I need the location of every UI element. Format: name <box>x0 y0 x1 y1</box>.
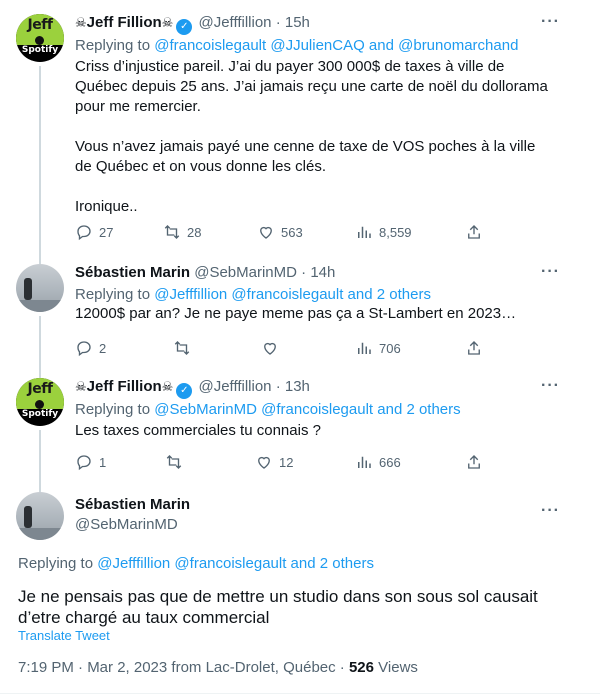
share-icon <box>468 225 480 239</box>
retweet-button[interactable] <box>165 452 189 472</box>
like-icon <box>258 456 270 469</box>
tweet-2[interactable]: Sébastien Marin @SebMarinMD · 14h ··· Re… <box>0 258 600 374</box>
replying-to-links[interactable]: @francoislegault @JJulienCAQ and @brunom… <box>154 37 518 54</box>
views-button[interactable]: 706 <box>355 338 401 358</box>
share-button[interactable] <box>465 338 483 358</box>
tweet-text: Je ne pensais pas que de mettre un studi… <box>18 587 538 627</box>
replying-to: Replying to @Jefffillion @francoislegaul… <box>75 286 431 303</box>
share-button[interactable] <box>465 222 483 242</box>
replying-to-links[interactable]: @Jefffillion @francoislegault and 2 othe… <box>154 286 431 303</box>
display-name[interactable]: Sébastien Marin <box>75 496 190 513</box>
thread-line <box>39 482 41 492</box>
retweet-icon <box>164 225 180 239</box>
like-button[interactable]: 12 <box>255 452 293 472</box>
retweet-button[interactable] <box>173 338 197 358</box>
tweet-text: Criss d’injustice pareil. J’ai du payer … <box>75 58 548 215</box>
timestamp[interactable]: 14h <box>310 264 335 281</box>
tweet-3[interactable]: Jeff Spotify ☠Jeff Fillion☠ ✓ @Jefffillio… <box>0 372 600 482</box>
share-icon <box>468 455 480 469</box>
retweet-icon <box>174 341 190 355</box>
display-name[interactable]: Jeff Fillion <box>87 378 162 395</box>
translate-tweet-link[interactable]: Translate Tweet <box>18 628 110 643</box>
handle[interactable]: @SebMarinMD <box>75 516 178 533</box>
share-button[interactable] <box>465 452 483 472</box>
thread-line <box>39 66 41 260</box>
more-icon[interactable]: ··· <box>541 377 560 395</box>
skull-icon: ☠ <box>161 380 174 395</box>
tweet-actions: 1 12 666 <box>75 452 495 472</box>
reply-icon <box>77 341 91 357</box>
avatar[interactable]: Jeff Spotify <box>16 378 64 426</box>
views-button[interactable]: 666 <box>355 452 401 472</box>
main-tweet: Sébastien Marin @SebMarinMD ··· Replying… <box>0 482 600 697</box>
like-button[interactable] <box>261 338 285 358</box>
retweet-icon <box>166 455 182 469</box>
verified-badge-icon: ✓ <box>176 383 193 399</box>
tweet-meta: 7:19 PM · Mar 2, 2023 from Lac-Drolet, Q… <box>18 659 418 676</box>
handle[interactable]: @SebMarinMD <box>194 264 297 281</box>
avatar[interactable] <box>16 264 64 312</box>
reply-button[interactable]: 1 <box>75 452 106 472</box>
thread-line <box>39 316 41 374</box>
tweet-text: Les taxes commerciales tu connais ? <box>75 422 321 439</box>
timestamp[interactable]: 7:19 PM · Mar 2, 2023 from Lac-Drolet, Q… <box>18 659 349 676</box>
replying-to-links[interactable]: @SebMarinMD @francoislegault and 2 other… <box>154 401 460 418</box>
verified-badge-icon: ✓ <box>176 19 193 35</box>
tweet-actions: 2 706 <box>75 338 495 358</box>
skull-icon: ☠ <box>161 16 174 31</box>
tweet-actions: 27 28 563 8,559 <box>75 222 495 242</box>
more-icon[interactable]: ··· <box>541 502 560 520</box>
views-count: 526 <box>348 659 374 676</box>
tweet-1[interactable]: Jeff Spotify ☠Jeff Fillion☠ ✓ @Jefffillio… <box>0 0 600 260</box>
replying-to-links[interactable]: @Jefffillion @francoislegault and 2 othe… <box>97 555 374 572</box>
like-icon <box>260 226 272 239</box>
timestamp[interactable]: 15h <box>285 14 310 31</box>
views-icon <box>358 342 371 354</box>
more-icon[interactable]: ··· <box>541 263 560 281</box>
thread-line <box>39 430 41 482</box>
skull-icon: ☠ <box>75 16 87 31</box>
handle[interactable]: @Jefffillion <box>198 14 271 31</box>
avatar[interactable] <box>16 492 64 540</box>
more-icon[interactable]: ··· <box>541 13 560 31</box>
views-button[interactable]: 8,559 <box>355 222 412 242</box>
reply-icon <box>77 225 91 241</box>
replying-to: Replying to @SebMarinMD @francoislegault… <box>75 401 461 418</box>
views-label: Views <box>378 659 418 676</box>
views-icon <box>358 226 371 238</box>
reply-button[interactable]: 2 <box>75 338 106 358</box>
reply-icon <box>77 455 91 471</box>
display-name[interactable]: Sébastien Marin <box>75 264 190 281</box>
replying-to: Replying to @Jefffillion @francoislegaul… <box>18 555 374 572</box>
replying-to: Replying to @francoislegault @JJulienCAQ… <box>75 37 519 54</box>
avatar[interactable]: Jeff Spotify <box>16 14 64 62</box>
like-button[interactable]: 563 <box>257 222 303 242</box>
views-icon <box>358 456 371 468</box>
skull-icon: ☠ <box>75 380 87 395</box>
like-icon <box>264 342 276 355</box>
display-name[interactable]: Jeff Fillion <box>87 14 162 31</box>
divider <box>0 693 600 694</box>
tweet-text: 12000$ par an? Je ne paye meme pas ça a … <box>75 305 517 322</box>
handle[interactable]: @Jefffillion <box>198 378 271 395</box>
retweet-button[interactable]: 28 <box>163 222 201 242</box>
reply-button[interactable]: 27 <box>75 222 113 242</box>
timestamp[interactable]: 13h <box>285 378 310 395</box>
share-icon <box>468 341 480 355</box>
